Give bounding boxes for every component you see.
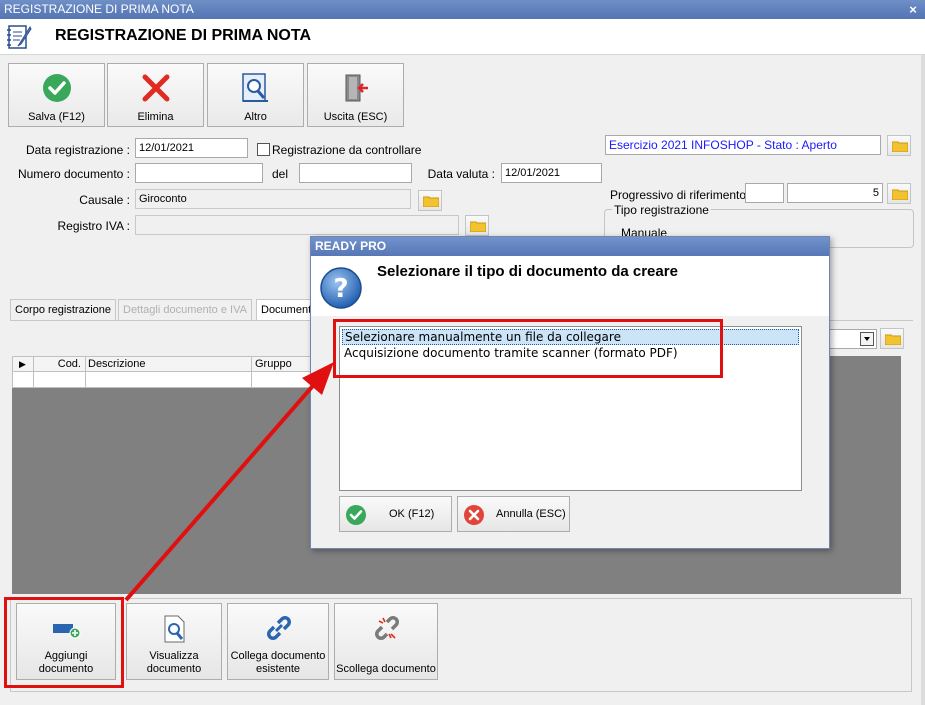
annotation-arrow-icon: [124, 362, 334, 602]
